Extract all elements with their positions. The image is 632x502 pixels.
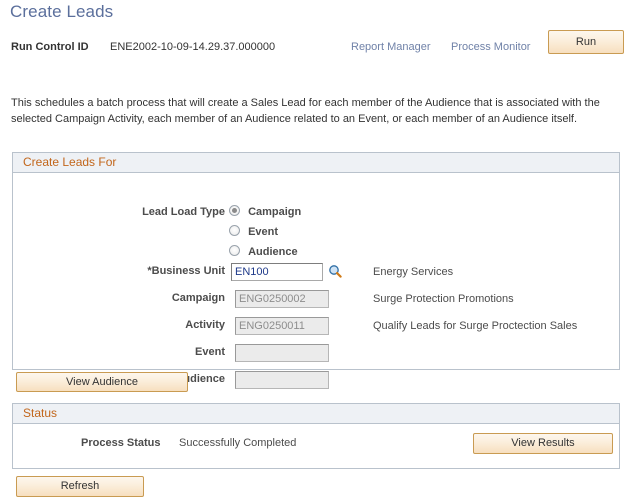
campaign-input <box>235 290 329 308</box>
business-unit-input[interactable] <box>231 263 323 281</box>
status-section-title: Status <box>13 404 619 424</box>
create-leads-for-panel: Create Leads For Lead Load Type Campaign… <box>12 152 620 389</box>
radio-label-event[interactable]: Event <box>248 226 278 238</box>
run-control-row: Run Control ID ENE2002-10-09-14.29.37.00… <box>0 38 632 64</box>
business-unit-description: Energy Services <box>373 266 454 278</box>
radio-dot-audience[interactable] <box>229 245 240 256</box>
business-unit-lookup-icon[interactable] <box>328 264 342 278</box>
run-control-id-value: ENE2002-10-09-14.29.37.000000 <box>110 41 276 53</box>
radio-dot-campaign[interactable] <box>229 205 240 216</box>
event-label: Event <box>195 346 225 358</box>
create-leads-for-section-title: Create Leads For <box>13 153 619 173</box>
activity-input <box>235 317 329 335</box>
business-unit-label: *Business Unit <box>147 265 225 277</box>
run-control-id-label: Run Control ID <box>11 41 89 53</box>
campaign-label: Campaign <box>171 292 225 304</box>
create-leads-for-body: Lead Load Type Campaign Event Audience *… <box>13 173 619 389</box>
process-status-value: Successfully Completed <box>179 437 297 449</box>
activity-description: Qualify Leads for Surge Proctection Sale… <box>373 320 578 332</box>
event-input <box>235 344 329 362</box>
refresh-button[interactable]: Refresh <box>16 476 144 497</box>
radio-option-campaign[interactable]: Campaign <box>229 205 301 218</box>
run-button[interactable]: Run <box>548 30 624 54</box>
process-status-label: Process Status <box>81 437 161 449</box>
intro-description: This schedules a batch process that will… <box>11 97 600 125</box>
radio-dot-event[interactable] <box>229 225 240 236</box>
radio-label-audience[interactable]: Audience <box>248 246 298 258</box>
page-title: Create Leads <box>10 2 114 21</box>
process-monitor-link[interactable]: Process Monitor <box>451 41 530 53</box>
radio-option-event[interactable]: Event <box>229 225 278 238</box>
activity-label: Activity <box>185 319 225 331</box>
report-manager-link[interactable]: Report Manager <box>351 41 431 53</box>
view-audience-button[interactable]: View Audience <box>16 372 188 392</box>
radio-label-campaign[interactable]: Campaign <box>248 206 301 218</box>
view-results-button[interactable]: View Results <box>473 433 613 454</box>
campaign-description: Surge Protection Promotions <box>373 293 514 305</box>
audience-input <box>235 371 329 389</box>
lead-load-type-label: Lead Load Type <box>142 206 225 218</box>
radio-option-audience[interactable]: Audience <box>229 245 298 258</box>
